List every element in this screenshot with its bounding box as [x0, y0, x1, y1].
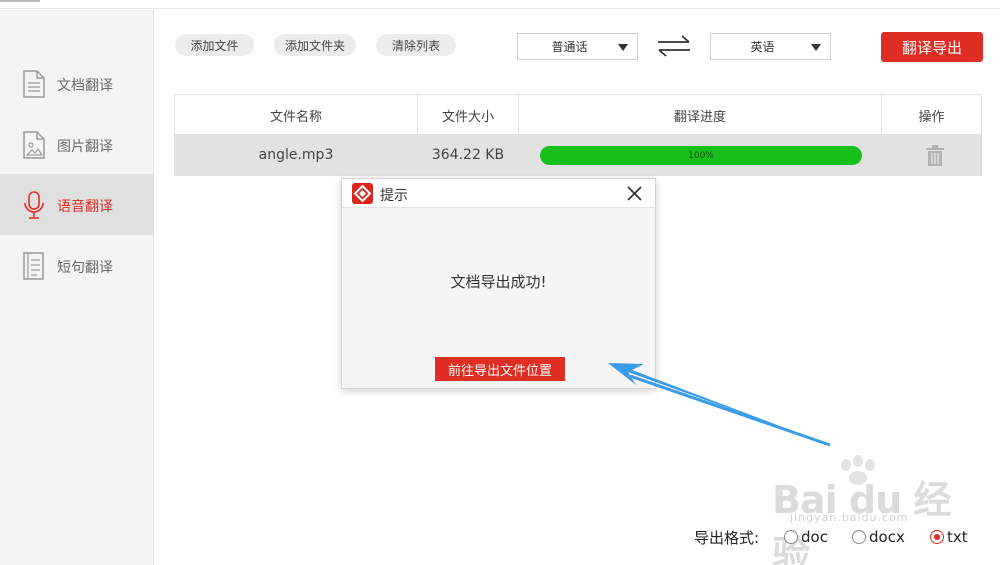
- swap-arrows-icon[interactable]: [656, 34, 692, 58]
- dialog-header: 提示: [342, 179, 655, 208]
- sidebar-item-image-translate[interactable]: 图片翻译: [0, 114, 153, 175]
- add-folder-button[interactable]: 添加文件夹: [274, 34, 356, 56]
- table-row[interactable]: angle.mp3 364.22 KB 100%: [175, 135, 981, 176]
- clear-list-button[interactable]: 清除列表: [376, 34, 456, 56]
- dialog-title: 提示: [380, 188, 408, 204]
- radio-icon: [852, 530, 866, 544]
- trash-icon[interactable]: [925, 145, 945, 167]
- app-window: 文档翻译 图片翻译 语音翻译 短句翻译 添加文件 添加文件夹 清除列表 普通话 …: [0, 0, 1000, 565]
- watermark-url: jingyan.baidu.com: [790, 511, 909, 524]
- file-name-cell: angle.mp3: [258, 147, 334, 163]
- radio-icon: [784, 530, 798, 544]
- baidu-watermark: Bai du 经验 jingyan.baidu.com: [762, 455, 952, 565]
- export-format-doc[interactable]: doc: [784, 526, 828, 548]
- translate-export-button[interactable]: 翻译导出: [881, 32, 983, 62]
- watermark-brand: Bai du 经验: [772, 478, 951, 565]
- paw-logo: [841, 455, 875, 485]
- table-header: 文件名称 文件大小 翻译进度 操作: [175, 95, 981, 135]
- add-file-button[interactable]: 添加文件: [175, 34, 254, 56]
- progress-bar: 100%: [540, 146, 862, 165]
- radio-label: doc: [801, 528, 828, 546]
- target-language-select[interactable]: 英语: [710, 33, 831, 60]
- column-header-actions: 操作: [918, 109, 945, 125]
- export-format-txt[interactable]: txt: [930, 526, 968, 548]
- window-tab-stub: [0, 0, 40, 2]
- sidebar-item-document-translate[interactable]: 文档翻译: [0, 53, 153, 114]
- sidebar-item-voice-translate[interactable]: 语音翻译: [0, 174, 153, 235]
- source-language-select[interactable]: 普通话: [517, 33, 638, 60]
- text-lines-icon: [23, 252, 44, 280]
- column-header-file-name: 文件名称: [269, 109, 322, 125]
- file-size-cell: 364.22 KB: [431, 147, 505, 163]
- sidebar-item-sentence-translate[interactable]: 短句翻译: [0, 235, 153, 296]
- microphone-icon: [24, 191, 44, 219]
- column-header-progress: 翻译进度: [673, 109, 726, 125]
- window-top-bar: [0, 0, 1000, 9]
- sidebar-item-label: 语音翻译: [57, 199, 113, 215]
- open-export-location-button[interactable]: 前往导出文件位置: [435, 357, 565, 381]
- export-format-docx[interactable]: docx: [852, 526, 905, 548]
- progress-label: 100%: [688, 150, 714, 161]
- export-format-label: 导出格式:: [694, 529, 760, 547]
- image-icon: [23, 131, 45, 159]
- column-header-file-size: 文件大小: [441, 109, 494, 125]
- dialog-message: 文档导出成功!: [450, 273, 547, 291]
- export-success-dialog: 提示 文档导出成功! 前往导出文件位置: [341, 178, 656, 389]
- radio-label: txt: [947, 528, 968, 546]
- app-logo-icon: [352, 183, 373, 204]
- sidebar-item-label: 短句翻译: [57, 260, 113, 276]
- chevron-down-icon: [618, 44, 628, 51]
- radio-checked-icon: [930, 530, 944, 544]
- close-icon[interactable]: [625, 184, 644, 203]
- document-icon: [23, 70, 45, 98]
- sidebar-item-label: 图片翻译: [57, 139, 113, 155]
- radio-label: docx: [869, 528, 905, 546]
- sidebar: 文档翻译 图片翻译 语音翻译 短句翻译: [0, 10, 154, 565]
- sidebar-item-label: 文档翻译: [57, 78, 113, 94]
- chevron-down-icon: [811, 44, 821, 51]
- file-table: 文件名称 文件大小 翻译进度 操作 angle.mp3 364.22 KB 10…: [174, 94, 982, 176]
